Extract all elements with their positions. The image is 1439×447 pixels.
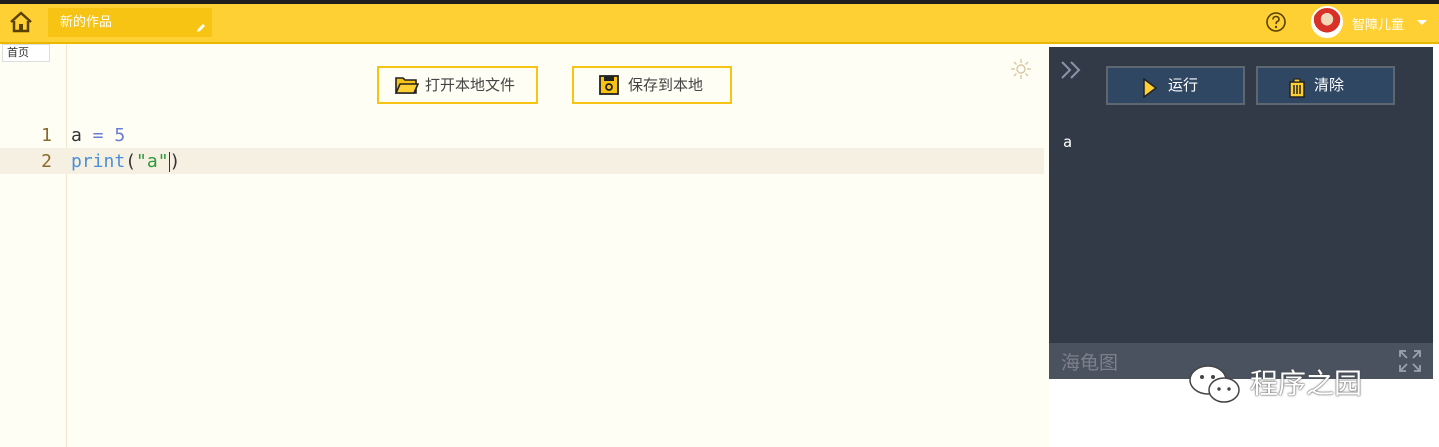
console-output: a xyxy=(1063,133,1073,151)
double-chevron-right-icon[interactable] xyxy=(1059,59,1083,81)
pencil-icon[interactable] xyxy=(195,16,207,32)
watermark: 程序之园 xyxy=(1186,360,1396,408)
code-token: ( xyxy=(125,151,137,172)
run-button[interactable]: 运行 xyxy=(1106,66,1245,105)
code-token: 5 xyxy=(114,125,126,146)
line-number: 2 xyxy=(41,151,52,172)
clear-label: 清除 xyxy=(1314,76,1345,94)
save-file-label: 保存到本地 xyxy=(628,76,704,94)
code-line[interactable]: print("a") xyxy=(71,151,180,172)
panel-edge xyxy=(1433,44,1439,447)
username[interactable]: 智障儿童 xyxy=(1352,14,1404,33)
project-title: 新的作品 xyxy=(60,15,113,30)
trash-icon xyxy=(1288,76,1306,98)
open-file-button[interactable]: 打开本地文件 xyxy=(377,66,538,104)
avatar[interactable] xyxy=(1311,6,1343,38)
watermark-text: 程序之园 xyxy=(1250,367,1363,400)
header-bar: 新的作品 智障儿童 xyxy=(0,4,1439,44)
clear-button[interactable]: 清除 xyxy=(1256,66,1395,105)
brightness-icon[interactable] xyxy=(1010,58,1032,80)
expand-icon[interactable] xyxy=(1398,349,1422,373)
code-line[interactable]: a = 5 xyxy=(71,125,125,146)
line-number: 1 xyxy=(41,125,52,146)
code-token: = xyxy=(81,125,115,146)
save-file-button[interactable]: 保存到本地 xyxy=(572,66,732,104)
tab-home[interactable]: 首页 xyxy=(2,44,50,62)
play-icon xyxy=(1142,76,1158,99)
chevron-down-icon[interactable] xyxy=(1417,20,1427,25)
code-token: ) xyxy=(169,151,181,172)
folder-icon xyxy=(394,74,420,96)
wechat-icon xyxy=(1189,365,1240,403)
line-gutter xyxy=(0,44,67,447)
save-icon xyxy=(598,74,622,96)
project-title-field[interactable]: 新的作品 xyxy=(48,8,212,37)
code-token: "a" xyxy=(136,151,169,172)
turtle-title: 海龟图 xyxy=(1061,352,1119,374)
home-icon[interactable] xyxy=(8,9,34,35)
code-token: print xyxy=(71,151,126,172)
code-editor[interactable]: 1 2 a = 5 print("a") 打开本地文件 保存到本地 xyxy=(0,44,1044,447)
open-file-label: 打开本地文件 xyxy=(425,76,516,94)
help-icon[interactable] xyxy=(1265,11,1287,33)
code-token: a xyxy=(71,125,82,146)
run-label: 运行 xyxy=(1168,76,1199,94)
